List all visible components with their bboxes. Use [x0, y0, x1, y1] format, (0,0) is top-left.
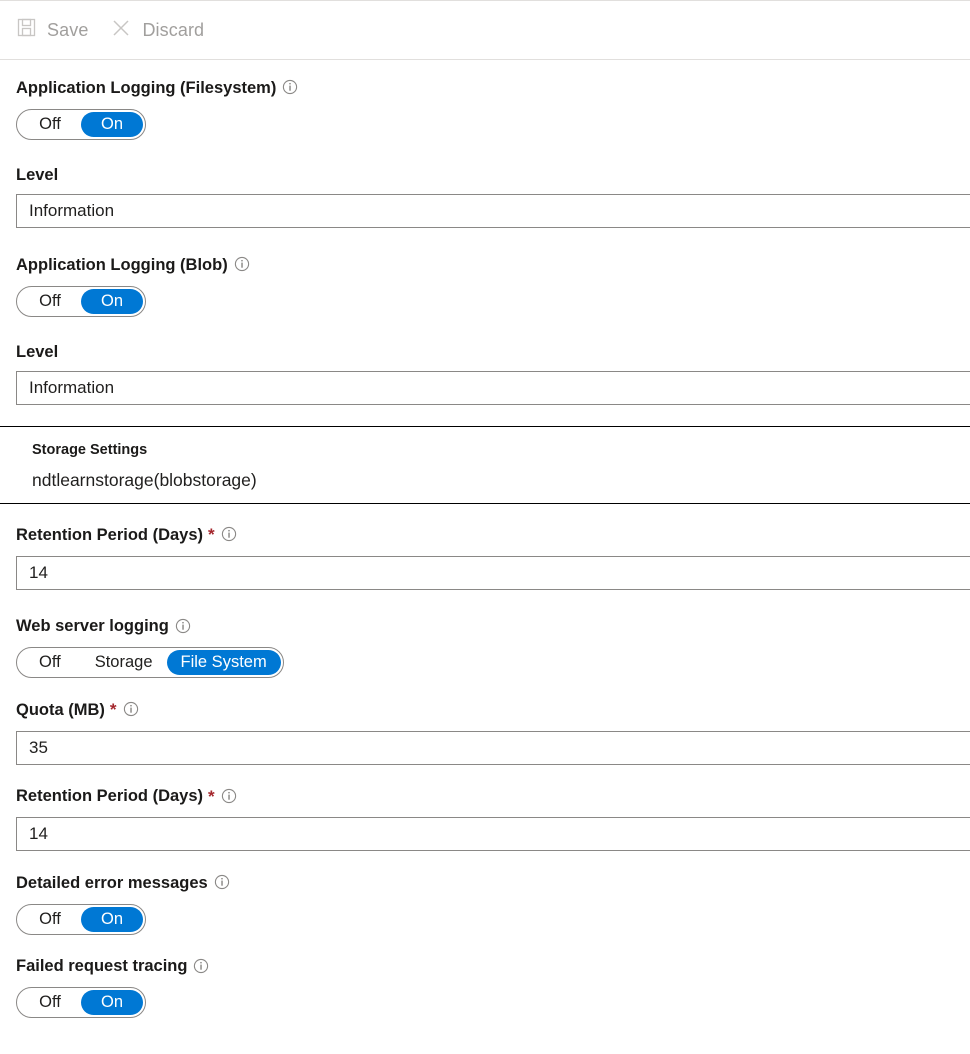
toggle-option-on[interactable]: On: [81, 288, 143, 314]
failed-request-tracing-label-text: Failed request tracing: [16, 957, 188, 975]
toggle-option-off[interactable]: Off: [19, 907, 81, 932]
app-logging-filesystem-toggle[interactable]: Off On: [16, 108, 146, 140]
save-button[interactable]: Save: [16, 17, 88, 43]
app-logging-blob-label-text: Application Logging (Blob): [16, 255, 228, 274]
failed-request-tracing-label: Failed request tracing: [16, 957, 970, 977]
filesystem-level-label-text: Level: [16, 165, 59, 184]
storage-settings-value: ndtlearnstorage(blobstorage): [32, 469, 257, 490]
info-icon[interactable]: [221, 788, 237, 808]
toggle-option-file-system[interactable]: File System: [166, 650, 281, 675]
quota-label-text: Quota (MB): [16, 700, 105, 719]
app-logging-filesystem-label: Application Logging (Filesystem): [16, 78, 970, 98]
blob-level-select[interactable]: Information: [16, 371, 970, 405]
blob-retention-label: Retention Period (Days) *: [16, 525, 970, 545]
info-icon[interactable]: [123, 701, 139, 721]
failed-request-tracing-toggle[interactable]: Off On: [16, 987, 146, 1018]
blob-level-label: Level: [16, 342, 970, 361]
toggle-option-on[interactable]: On: [81, 906, 143, 932]
app-logging-blob-label: Application Logging (Blob): [16, 255, 970, 275]
toggle-option-off[interactable]: Off: [19, 990, 81, 1015]
blob-retention-input[interactable]: 14: [16, 555, 970, 590]
info-icon[interactable]: [282, 79, 298, 99]
detailed-error-messages-toggle[interactable]: Off On: [16, 903, 146, 935]
quota-label: Quota (MB) *: [16, 700, 970, 720]
toggle-option-off[interactable]: Off: [19, 289, 81, 314]
save-button-label: Save: [47, 19, 89, 40]
filesystem-level-label: Level: [16, 165, 970, 184]
required-indicator: *: [109, 700, 117, 720]
command-bar: Save Discard: [0, 0, 970, 60]
blob-retention-value: 14: [29, 562, 48, 582]
toggle-option-on[interactable]: On: [81, 111, 143, 137]
blob-level-value: Information: [29, 378, 115, 397]
toggle-option-off[interactable]: Off: [19, 112, 81, 137]
discard-button[interactable]: Discard: [110, 17, 204, 44]
quota-value: 35: [29, 737, 48, 757]
blob-level-label-text: Level: [16, 342, 59, 361]
app-logging-blob-toggle[interactable]: Off On: [16, 285, 146, 317]
storage-settings-row[interactable]: Storage Settings ndtlearnstorage(blobsto…: [16, 427, 970, 503]
web-server-logging-label-text: Web server logging: [16, 617, 169, 635]
detailed-error-messages-label: Detailed error messages: [16, 873, 970, 893]
toggle-option-storage[interactable]: Storage: [81, 650, 167, 675]
close-icon: [110, 17, 132, 44]
info-icon[interactable]: [234, 256, 250, 276]
info-icon[interactable]: [175, 618, 191, 638]
storage-settings-label: Storage Settings: [32, 442, 148, 458]
web-retention-value: 14: [29, 824, 48, 843]
info-icon[interactable]: [214, 874, 230, 894]
app-service-logs-form: Application Logging (Filesystem) Off On …: [0, 60, 970, 1018]
toggle-option-off[interactable]: Off: [19, 650, 81, 675]
info-icon[interactable]: [221, 526, 237, 546]
info-icon[interactable]: [193, 958, 209, 978]
save-icon: [16, 17, 37, 43]
web-retention-input[interactable]: 14: [16, 817, 970, 851]
web-server-logging-label: Web server logging: [16, 617, 970, 637]
discard-button-label: Discard: [142, 19, 205, 40]
web-retention-label: Retention Period (Days) *: [16, 787, 970, 807]
filesystem-level-select[interactable]: Information: [16, 194, 970, 228]
web-retention-label-text: Retention Period (Days): [16, 787, 204, 805]
blob-retention-label-text: Retention Period (Days): [16, 525, 204, 544]
detailed-error-messages-label-text: Detailed error messages: [16, 873, 208, 892]
toggle-option-on[interactable]: On: [81, 990, 143, 1015]
required-indicator: *: [208, 525, 215, 545]
quota-input[interactable]: 35: [16, 730, 970, 765]
web-server-logging-toggle[interactable]: Off Storage File System: [16, 647, 284, 678]
required-indicator: *: [208, 786, 215, 806]
filesystem-level-value: Information: [29, 201, 115, 220]
app-logging-filesystem-label-text: Application Logging (Filesystem): [16, 78, 277, 97]
